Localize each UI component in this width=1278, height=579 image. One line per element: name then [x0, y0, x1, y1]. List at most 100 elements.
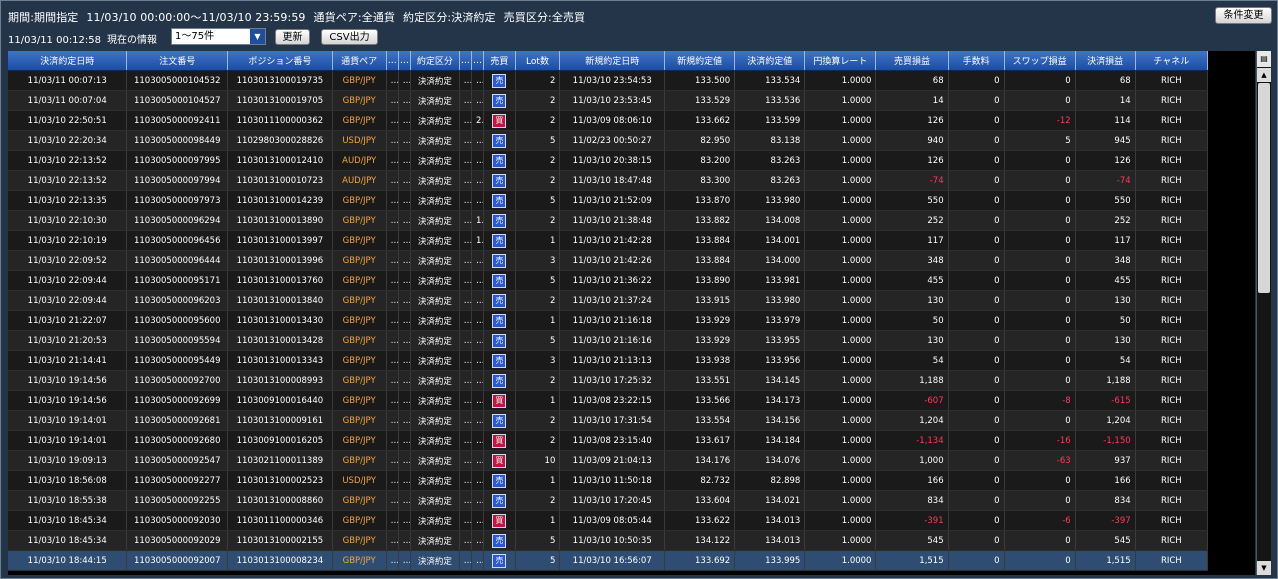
column-header[interactable]: 約定区分 — [410, 51, 460, 71]
table-cell: 0 — [948, 170, 1005, 191]
table-row[interactable]: 11/03/10 22:09:44 1103005000095171 1103013… — [8, 270, 1209, 291]
column-menu-icon[interactable]: ▤ — [1257, 51, 1271, 67]
table-row[interactable]: 11/03/10 21:22:07 1103005000095600 1103013… — [8, 310, 1209, 331]
table-row[interactable]: 11/03/10 22:20:34 1103005000098449 1102980… — [8, 130, 1209, 151]
table-row[interactable]: 11/03/10 18:45:34 1103005000092029 1103013… — [8, 530, 1209, 551]
table-cell: 11/03/10 22:13:52 — [8, 170, 128, 191]
table-row[interactable]: 11/03/10 22:10:19 1103005000096456 1103013… — [8, 230, 1209, 251]
column-header[interactable]: 売買 — [483, 51, 516, 71]
table-row[interactable]: 11/03/10 18:55:38 1103005000092255 1103013… — [8, 490, 1209, 511]
table-cell: 133.551 — [664, 370, 736, 391]
table-cell: 1102980300028826 — [227, 130, 333, 151]
table-cell: … — [459, 270, 472, 291]
buy-badge: 買 — [492, 513, 507, 528]
triangle-down-icon[interactable]: ▼ — [1257, 561, 1271, 575]
column-header[interactable]: スワップ損益 — [1004, 51, 1076, 71]
table-cell: 0 — [1004, 470, 1076, 491]
table-cell: 1103011100000362 — [227, 110, 333, 131]
table-cell: 決済約定 — [410, 550, 460, 571]
table-row[interactable]: 11/03/10 18:56:08 1103005000092277 1103013… — [8, 470, 1209, 491]
table-cell: 0 — [948, 70, 1005, 91]
table-row[interactable]: 11/03/10 22:13:52 1103005000097994 1103013… — [8, 170, 1209, 191]
table-cell: 1.0000 — [804, 150, 877, 171]
column-header[interactable]: … — [386, 51, 399, 71]
table-cell: RICH — [1135, 270, 1209, 291]
table-row[interactable]: 11/03/10 22:50:51 1103005000092411 1103011… — [8, 110, 1209, 131]
table-cell: … — [471, 70, 485, 91]
column-header[interactable]: … — [459, 51, 472, 71]
table-cell: … — [459, 510, 472, 531]
column-header[interactable]: 手数料 — [948, 51, 1005, 71]
csv-export-button[interactable]: CSV出力 — [321, 29, 378, 45]
column-header[interactable]: 新規約定日時 — [559, 51, 666, 71]
table-cell: 0 — [948, 330, 1005, 351]
table-cell: … — [386, 210, 399, 231]
column-header[interactable]: … — [471, 51, 485, 71]
range-select[interactable]: 1～75件 ▼ — [171, 28, 266, 45]
table-row[interactable]: 11/03/10 19:14:56 1103005000092700 1103013… — [8, 370, 1209, 391]
column-header[interactable]: チャネル — [1135, 51, 1209, 71]
table-row[interactable]: 11/03/10 22:09:52 1103005000096444 1103013… — [8, 250, 1209, 271]
table-cell: 133.979 — [734, 310, 806, 331]
triangle-up-icon[interactable]: ▲ — [1257, 68, 1271, 82]
refresh-button[interactable]: 更新 — [275, 29, 310, 45]
table-row[interactable]: 11/03/10 21:20:53 1103005000095594 1103013… — [8, 330, 1209, 351]
table-cell: … — [398, 410, 411, 431]
table-cell: 1103021100011389 — [227, 450, 333, 471]
table-row[interactable]: 11/03/10 19:14:01 1103005000092680 1103009… — [8, 430, 1209, 451]
table-cell: 決済約定 — [410, 210, 460, 231]
table-cell: 11/03/10 19:14:01 — [8, 430, 128, 451]
table-row[interactable]: 11/03/10 22:13:35 1103005000097973 1103013… — [8, 190, 1209, 211]
table-row[interactable]: 11/03/10 22:13:52 1103005000097995 1103013… — [8, 150, 1209, 171]
table-cell: 11/03/08 23:15:40 — [559, 430, 666, 451]
table-cell: 0 — [1004, 410, 1076, 431]
change-conditions-button[interactable]: 条件変更 — [1215, 7, 1272, 24]
column-header[interactable]: … — [398, 51, 411, 71]
table-cell: 1103013100019735 — [227, 70, 333, 91]
table-cell: 117 — [875, 230, 949, 251]
table-row[interactable]: 11/03/10 19:14:01 1103005000092681 1103013… — [8, 410, 1209, 431]
table-row[interactable]: 11/03/11 00:07:13 1103005000104532 1103013… — [8, 70, 1209, 91]
column-header[interactable]: 円換算レート — [804, 51, 877, 71]
table-cell: GBP/JPY — [332, 250, 387, 271]
table-cell: 売 — [483, 130, 516, 151]
column-header[interactable]: 決済約定値 — [734, 51, 806, 71]
column-header[interactable]: 決済損益 — [1075, 51, 1136, 71]
table-row[interactable]: 11/03/10 18:44:15 1103005000092007 1103013… — [8, 550, 1209, 571]
table-row[interactable]: 11/03/10 22:10:30 1103005000096294 1103013… — [8, 210, 1209, 231]
table-cell: RICH — [1135, 230, 1209, 251]
column-header[interactable]: 通貨ペア — [332, 51, 387, 71]
table-cell: 1.0000 — [804, 270, 877, 291]
table-cell: 0 — [948, 430, 1005, 451]
column-header[interactable]: 決済約定日時 — [8, 51, 128, 71]
table-cell: 0 — [948, 230, 1005, 251]
scrollbar-thumb[interactable] — [1258, 83, 1270, 293]
table-cell: 11/03/10 22:20:34 — [8, 130, 128, 151]
table-cell: -6 — [1004, 510, 1076, 531]
sell-badge: 売 — [492, 93, 507, 108]
column-header[interactable]: 売買損益 — [875, 51, 949, 71]
vertical-scrollbar[interactable]: ▤ ▲ ▼ — [1256, 51, 1271, 575]
table-cell: 0 — [1004, 490, 1076, 511]
table-cell: … — [398, 290, 411, 311]
table-cell: RICH — [1135, 250, 1209, 271]
table-cell: 14 — [1075, 90, 1136, 111]
table-cell: 2… — [471, 110, 485, 131]
table-row[interactable]: 11/03/10 19:14:56 1103005000092699 1103009… — [8, 390, 1209, 411]
buy-badge: 買 — [492, 393, 507, 408]
table-row[interactable]: 11/03/11 00:07:04 1103005000104527 1103013… — [8, 90, 1209, 111]
column-header[interactable]: Lot数 — [515, 51, 561, 71]
table-row[interactable]: 11/03/10 21:14:41 1103005000095449 1103013… — [8, 350, 1209, 371]
column-header[interactable]: 新規約定値 — [664, 51, 736, 71]
table-row[interactable]: 11/03/10 18:45:34 1103005000092030 1103011… — [8, 510, 1209, 531]
table-cell: 134.076 — [734, 450, 806, 471]
chevron-down-icon[interactable]: ▼ — [250, 29, 265, 44]
table-row[interactable]: 11/03/10 22:09:44 1103005000096203 1103013… — [8, 290, 1209, 311]
table-row[interactable]: 11/03/10 19:09:13 1103005000092547 1103021… — [8, 450, 1209, 471]
column-header[interactable]: ポジション番号 — [227, 51, 333, 71]
table-cell: 11/03/08 23:22:15 — [559, 390, 666, 411]
table-cell: 1103005000096294 — [126, 210, 229, 231]
column-header[interactable]: 注文番号 — [126, 51, 229, 71]
table-cell: 0 — [948, 310, 1005, 331]
table-cell: GBP/JPY — [332, 230, 387, 251]
